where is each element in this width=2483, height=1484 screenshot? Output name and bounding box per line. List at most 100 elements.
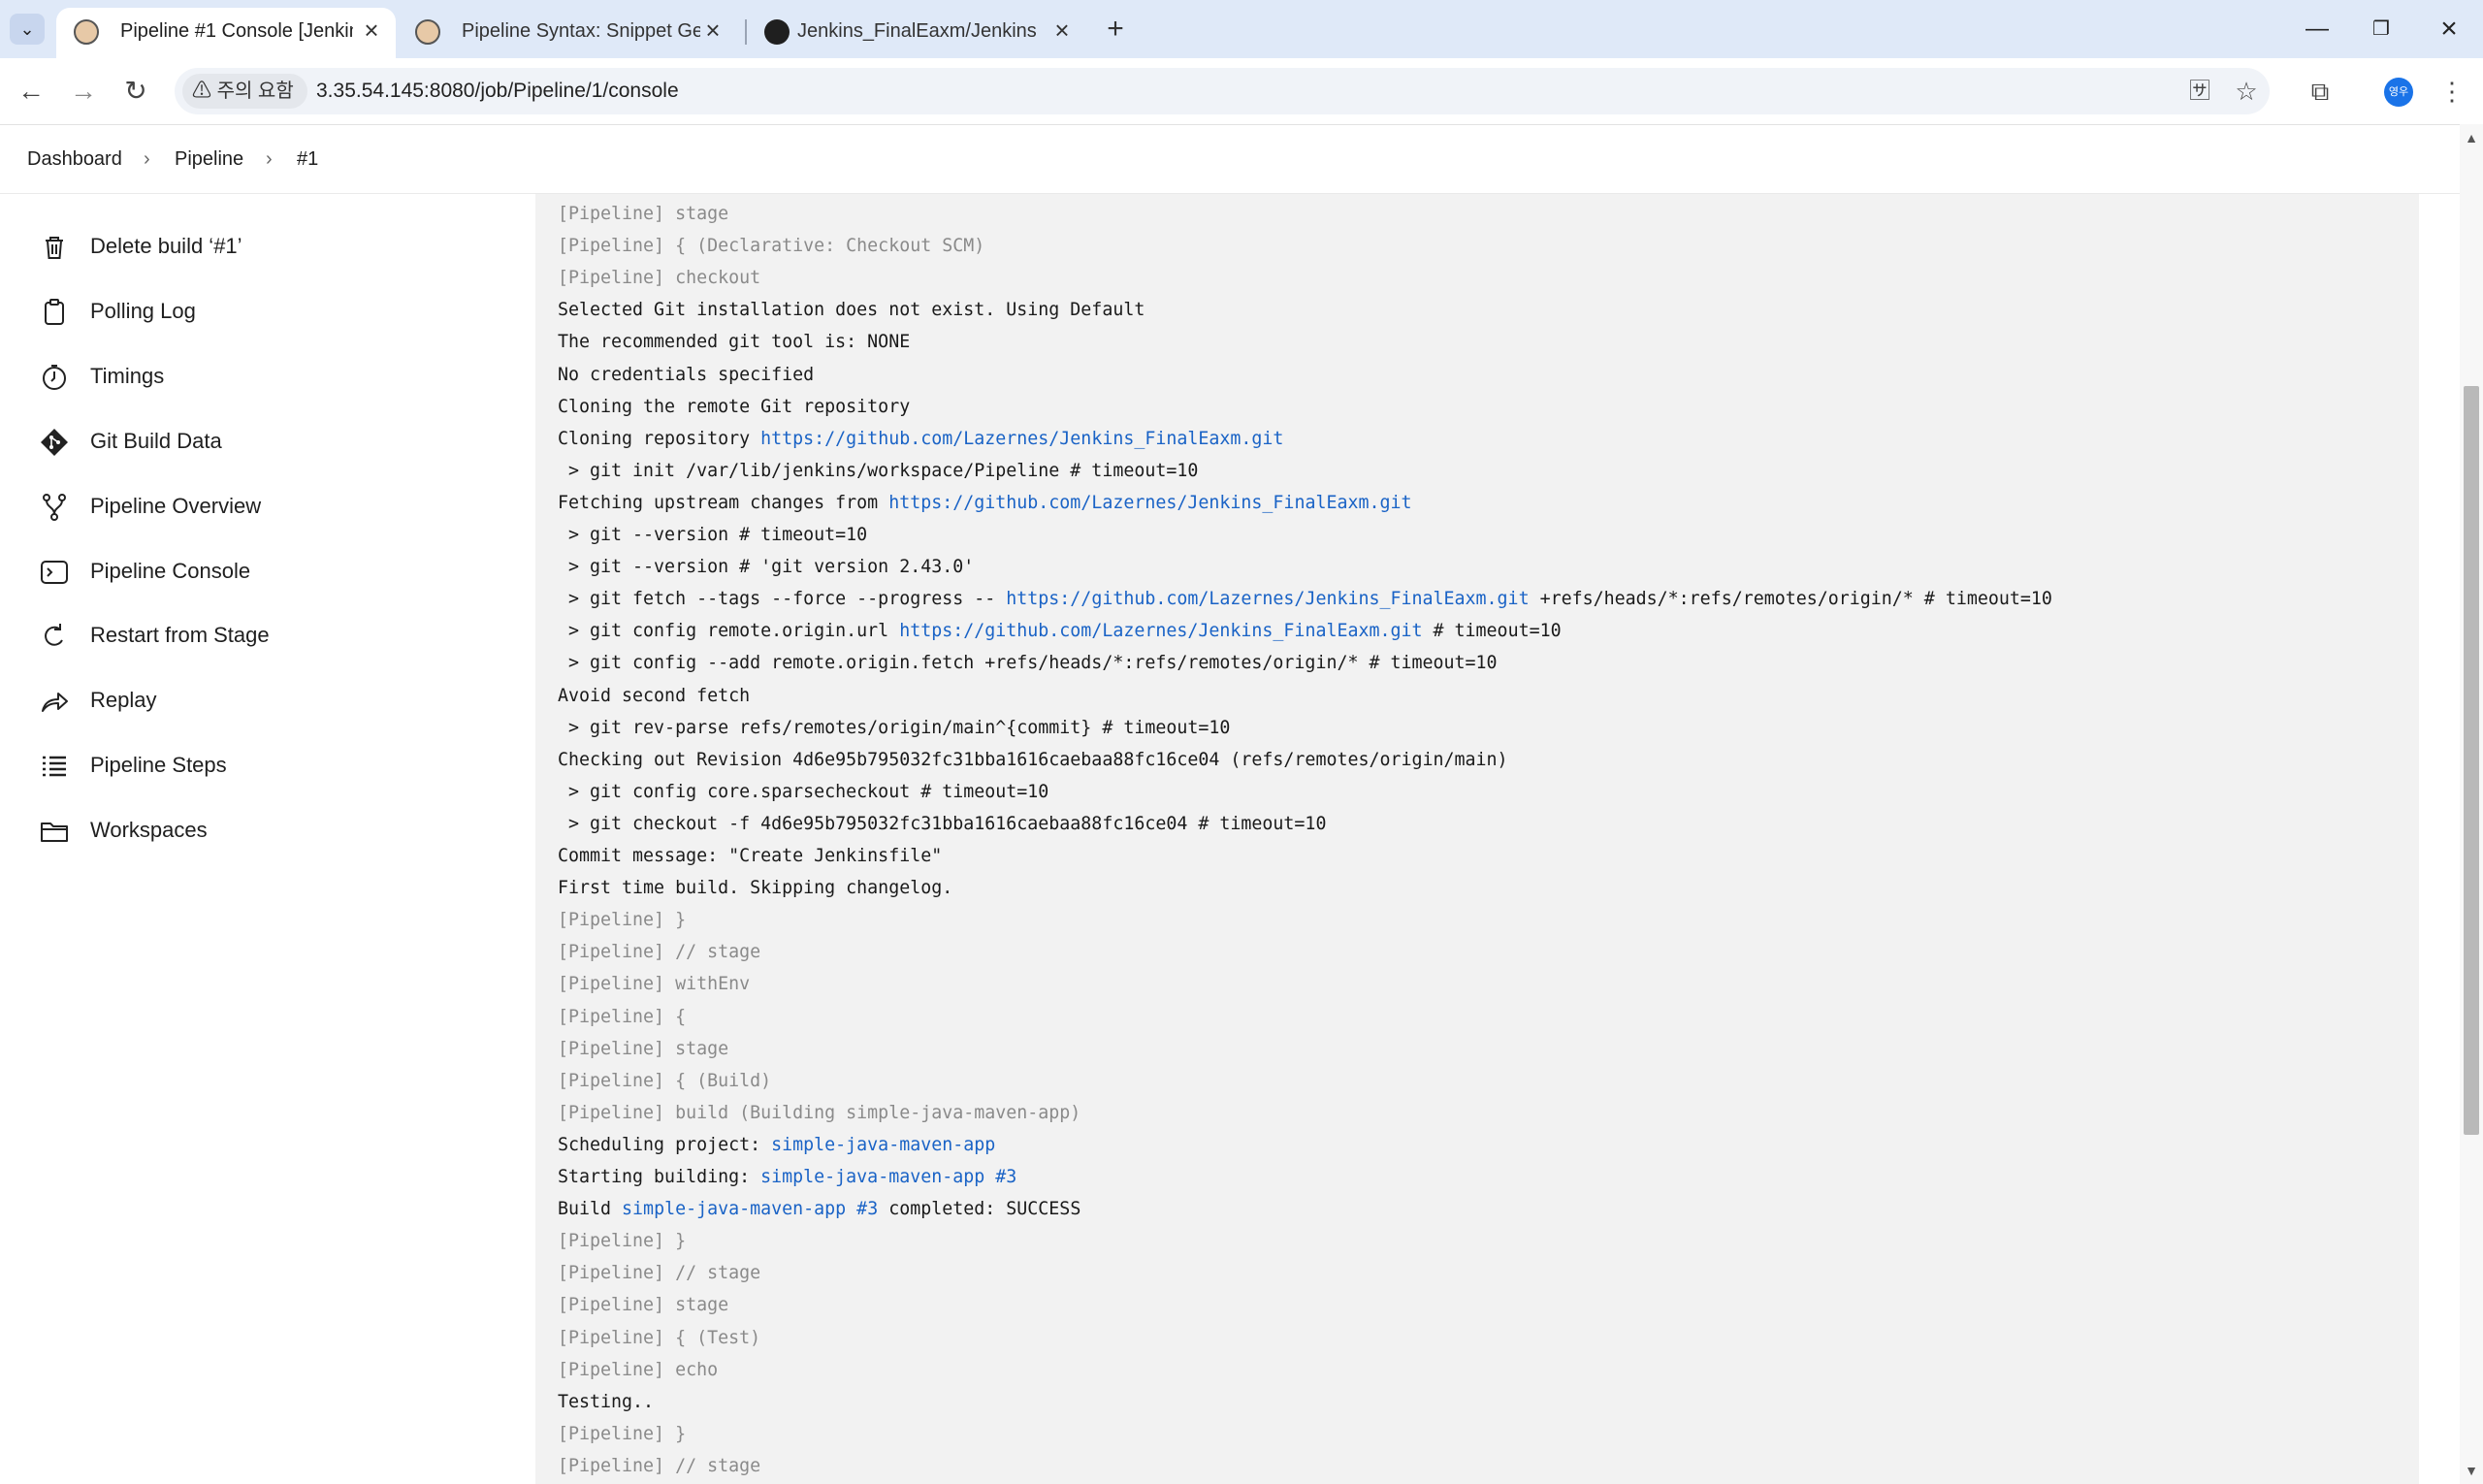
console-line: [Pipeline] } (558, 1231, 687, 1252)
console-link[interactable]: simple-java-maven-app (771, 1135, 995, 1155)
sidebar-item-polling-log[interactable]: Polling Log (39, 287, 504, 338)
browser-menu-icon[interactable]: ⋮ (2433, 72, 2471, 111)
console-line: Fetching upstream changes from https://g… (558, 487, 1412, 519)
sidebar-item-label: Restart from Stage (90, 623, 270, 647)
jenkins-favicon-icon (415, 19, 440, 45)
translate-icon[interactable]: 🈂 (2180, 72, 2219, 111)
console-line: [Pipeline] stage (558, 204, 729, 224)
folder-icon (41, 823, 68, 842)
sidebar-item-replay[interactable]: Replay (39, 676, 504, 726)
close-window-icon[interactable]: × (2415, 0, 2483, 58)
console-line: Cloning the remote Git repository (558, 396, 911, 417)
console-link[interactable]: https://github.com/Lazernes/Jenkins_Fina… (899, 621, 1422, 641)
sidebar-item-label: Timings (90, 364, 165, 388)
security-warning-chip[interactable]: ⚠ 주의 요함 (182, 74, 307, 109)
console-line: Commit message: "Create Jenkinsfile" (558, 846, 943, 866)
tab-title: Pipeline Syntax: Snippet Generator (462, 20, 700, 42)
sidebar-item-label: Pipeline Overview (90, 494, 262, 518)
scroll-down-arrow-icon[interactable]: ▼ (2464, 1463, 2479, 1478)
sidebar-item-label: Pipeline Steps (90, 753, 227, 777)
tab-title: Pipeline #1 Console [Jenkins] (120, 20, 353, 42)
scroll-up-arrow-icon[interactable]: ▲ (2464, 130, 2479, 145)
console-line: [Pipeline] { (Declarative: Checkout SCM) (558, 236, 985, 257)
tab-search-button[interactable]: ⌄ (10, 14, 45, 45)
github-favicon-icon (764, 19, 790, 45)
chevron-right-icon: › (266, 148, 273, 170)
breadcrumb-pipeline[interactable]: Pipeline (175, 148, 243, 171)
console-text: Fetching upstream changes from (558, 492, 889, 513)
jenkins-favicon-icon (74, 19, 99, 45)
forward-icon[interactable]: → (62, 70, 105, 113)
sidebar-item-pipeline-console[interactable]: Pipeline Console (39, 547, 504, 597)
console-text: Build (558, 1199, 623, 1220)
back-icon[interactable]: ← (10, 70, 52, 113)
console-line: > git init /var/lib/jenkins/workspace/Pi… (558, 460, 1199, 481)
console-link[interactable]: https://github.com/Lazernes/Jenkins_Fina… (888, 493, 1411, 513)
console-line: Scheduling project: simple-java-maven-ap… (558, 1129, 995, 1161)
console-line: Selected Git installation does not exist… (558, 300, 1145, 321)
extensions-icon[interactable]: ⧉ (2301, 72, 2339, 111)
console-text: > git fetch --tags --force --progress -- (558, 589, 1007, 610)
console-line: [Pipeline] // stage (558, 1455, 761, 1476)
console-line: No credentials specified (558, 364, 815, 385)
console-line: [Pipeline] } (558, 910, 687, 931)
branch-icon (43, 494, 66, 521)
console-line: [Pipeline] { (Test) (558, 1327, 761, 1348)
clipboard-icon (45, 299, 64, 325)
sidebar-item-git-build-data[interactable]: Git Build Data (39, 417, 504, 468)
new-tab-button[interactable]: + (1096, 12, 1135, 47)
restore-icon[interactable]: ❐ (2347, 0, 2415, 58)
security-warning-label: 주의 요함 (216, 81, 294, 102)
close-tab-icon[interactable]: × (1048, 16, 1077, 45)
tab-jenkins-console[interactable]: Pipeline #1 Console [Jenkins] × (56, 8, 396, 58)
minimize-icon[interactable]: — (2283, 0, 2351, 58)
tab-github-jenkinsfile[interactable]: Jenkins_FinalEaxm/Jenkinsfile at main × (747, 8, 1086, 58)
console-line: [Pipeline] stage (558, 1038, 729, 1059)
bookmark-star-icon[interactable]: ☆ (2227, 72, 2266, 111)
console-line: [Pipeline] // stage (558, 1263, 761, 1284)
console-line: [Pipeline] // stage (558, 942, 761, 963)
chevron-right-icon: › (144, 148, 150, 170)
sidebar-item-workspaces[interactable]: Workspaces (39, 806, 504, 856)
console-line: Avoid second fetch (558, 685, 751, 706)
sidebar-item-timings[interactable]: Timings (39, 352, 504, 403)
breadcrumb-dashboard[interactable]: Dashboard (27, 148, 122, 171)
console-text: completed: SUCCESS (878, 1199, 1081, 1220)
console-line: [Pipeline] { (558, 1006, 687, 1027)
console-link[interactable]: simple-java-maven-app #3 (622, 1199, 878, 1219)
console-line: > git config core.sparsecheckout # timeo… (558, 781, 1049, 802)
console-text: Starting building: (558, 1167, 761, 1187)
breadcrumb-build[interactable]: #1 (297, 148, 318, 171)
console-link[interactable]: simple-java-maven-app #3 (760, 1167, 1016, 1187)
warning-triangle-icon: ⚠ (192, 81, 211, 102)
sidebar-item-pipeline-overview[interactable]: Pipeline Overview (39, 482, 504, 532)
console-link[interactable]: https://github.com/Lazernes/Jenkins_Fina… (760, 429, 1283, 449)
restart-icon (45, 624, 63, 646)
sidebar-item-pipeline-steps[interactable]: Pipeline Steps (39, 741, 504, 791)
url-text[interactable]: 3.35.54.145:8080/job/Pipeline/1/console (316, 80, 679, 103)
terminal-icon (41, 561, 68, 584)
address-bar[interactable]: ⚠ 주의 요함 3.35.54.145:8080/job/Pipeline/1/… (175, 68, 2270, 114)
tab-title: Jenkins_FinalEaxm/Jenkinsfile at main (797, 20, 1036, 42)
console-line: [Pipeline] build (Building simple-java-m… (558, 1102, 1081, 1123)
sidebar-item-delete-build[interactable]: Delete build ‘#1’ (39, 222, 504, 273)
close-tab-icon[interactable]: × (698, 16, 727, 45)
console-line: Testing.. (558, 1391, 655, 1412)
console-link[interactable]: https://github.com/Lazernes/Jenkins_Fina… (1006, 589, 1529, 609)
sidebar: Delete build ‘#1’ Polling Log Timings Gi… (0, 194, 535, 1484)
console-line: > git fetch --tags --force --progress --… (558, 583, 2052, 615)
console-line: First time build. Skipping changelog. (558, 878, 953, 899)
console-line: > git config --add remote.origin.fetch +… (558, 653, 1498, 674)
close-tab-icon[interactable]: × (357, 16, 386, 45)
console-line: > git --version # timeout=10 (558, 525, 868, 545)
console-line: [Pipeline] } (558, 1423, 687, 1444)
tab-snippet-generator[interactable]: Pipeline Syntax: Snippet Generator × (398, 8, 737, 58)
sidebar-item-label: Pipeline Console (90, 559, 251, 583)
profile-avatar[interactable]: 영우 (2384, 78, 2413, 107)
reload-icon[interactable]: ↻ (114, 70, 157, 113)
console-line: [Pipeline] withEnv (558, 974, 751, 995)
sidebar-item-restart-from-stage[interactable]: Restart from Stage (39, 611, 504, 661)
sidebar-item-label: Delete build ‘#1’ (90, 234, 242, 258)
console-line: Checking out Revision 4d6e95b795032fc31b… (558, 749, 1508, 770)
scrollbar-thumb[interactable] (2464, 386, 2479, 1135)
